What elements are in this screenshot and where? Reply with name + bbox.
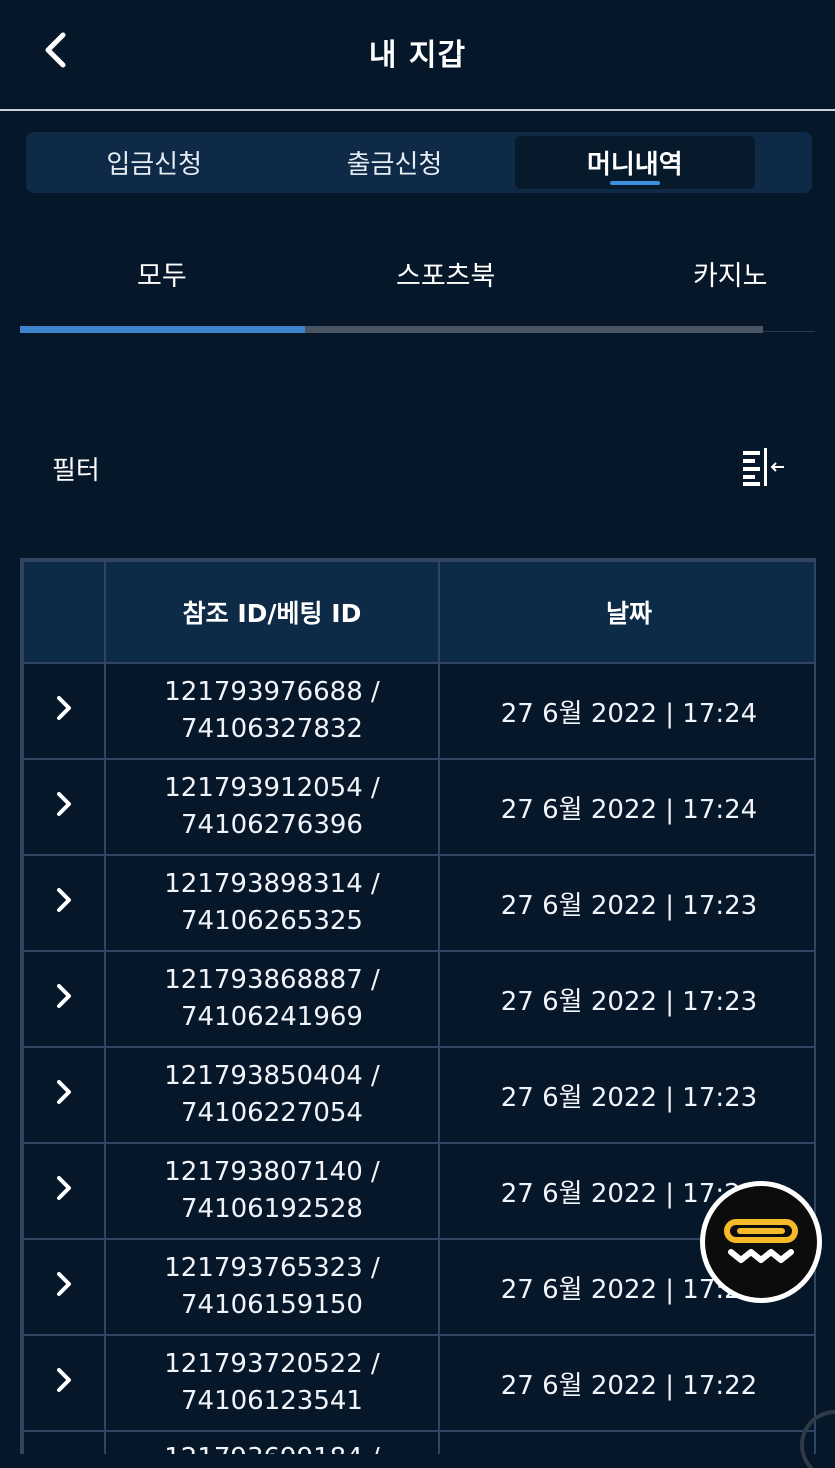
hotdog-logo-icon <box>724 1219 798 1263</box>
row-date: 27 6월 2022 | 17:22 <box>438 1334 814 1432</box>
filter-collapse-icon <box>743 448 784 486</box>
tab-money-history-label: 머니내역 <box>586 150 683 180</box>
expand-row-button[interactable] <box>22 758 106 856</box>
table-row[interactable]: 121793720522 / 74106123541 27 6월 2022 | 1… <box>22 1334 814 1432</box>
ref-bet-id: 121793912054 / 74106276396 <box>104 758 440 856</box>
ref-id: 121793868887 / <box>164 965 380 995</box>
ref-id: 121793976688 / <box>164 677 380 707</box>
expand-row-button[interactable] <box>22 1430 106 1454</box>
header-date: 날짜 <box>438 560 814 664</box>
chevron-right-icon <box>57 983 71 1008</box>
ref-bet-id: 121793850404 / 74106227054 <box>104 1046 440 1144</box>
table-row[interactable]: 121793976688 / 74106327832 27 6월 2022 | 1… <box>22 662 814 760</box>
ref-bet-id: 121793720522 / 74106123541 <box>104 1334 440 1432</box>
table-row[interactable]: 121793765323 /74106159150 27 6월 2022 | 1… <box>22 1238 814 1336</box>
expand-row-button[interactable] <box>22 950 106 1048</box>
header-ref-id: 참조 ID/베팅 ID <box>104 560 440 664</box>
expand-row-button[interactable] <box>22 1046 106 1144</box>
ref-bet-id: 121793976688 / 74106327832 <box>104 662 440 760</box>
expand-row-button[interactable] <box>22 1142 106 1240</box>
category-tab-all[interactable]: 모두 <box>137 254 187 293</box>
chevron-right-icon <box>57 1079 71 1104</box>
ref-id: 121793850404 / <box>164 1061 380 1091</box>
ref-bet-id: 121793898314 / 74106265325 <box>104 854 440 952</box>
row-date: 27 6월 2022 | 17:23 <box>438 854 814 952</box>
tab-deposit[interactable]: 입금신청 <box>34 136 274 189</box>
ref-id: 121793720522 / <box>164 1349 380 1379</box>
row-date <box>438 1430 814 1454</box>
app-header: 내 지갑 <box>0 0 835 111</box>
row-date: 27 6월 2022 | 17:23 <box>438 950 814 1048</box>
tab-withdraw[interactable]: 출금신청 <box>274 136 514 189</box>
page: 내 지갑 입금신청 출금신청 머니내역 모두 스포츠북 카지노 필터 참조 ID… <box>0 0 835 1468</box>
row-date: 27 6월 2022 | 17:24 <box>438 758 814 856</box>
category-tab-sportsbook[interactable]: 스포츠북 <box>396 254 495 293</box>
bet-id: 74106276396 <box>181 810 363 840</box>
bet-id: 74106192528 <box>181 1194 363 1224</box>
bet-id: 74106227054 <box>181 1098 363 1128</box>
fab-inner <box>705 1186 817 1298</box>
chevron-right-icon <box>57 695 71 720</box>
ref-bet-id: 121793765323 / 74106159150 <box>104 1238 440 1336</box>
table-row[interactable]: 121793699184 / <box>22 1430 814 1454</box>
bet-id: 74106241969 <box>181 1002 363 1032</box>
bet-id: 74106327832 <box>181 714 363 744</box>
ref-id: 121793699184 / <box>106 1440 438 1454</box>
table-row[interactable]: 121793807140 /74106192528 27 6월 2022 | 1… <box>22 1142 814 1240</box>
row-date: 27 6월 2022 | 17:24 <box>438 662 814 760</box>
money-history-table: 참조 ID/베팅 ID 날짜 121793976688 / 74106327832… <box>20 558 816 1454</box>
category-tab-casino[interactable]: 카지노 <box>693 254 768 293</box>
divider <box>763 331 815 332</box>
wallet-tabs: 입금신청 출금신청 머니내역 <box>26 132 812 193</box>
table-header-row: 참조 ID/베팅 ID 날짜 <box>22 560 814 664</box>
filter-button[interactable] <box>740 446 786 488</box>
chevron-right-icon <box>57 1271 71 1296</box>
ref-bet-id: 121793868887 / 74106241969 <box>104 950 440 1048</box>
chevron-right-icon <box>57 887 71 912</box>
ref-bet-id: 121793807140 / 74106192528 <box>104 1142 440 1240</box>
ref-id: 121793898314 / <box>164 869 380 899</box>
tab-withdraw-label: 출금신청 <box>346 150 443 180</box>
header-expand <box>22 560 106 664</box>
table-row[interactable]: 121793912054 / 74106276396 27 6월 2022 | 1… <box>22 758 814 856</box>
filter-label: 필터 <box>52 456 100 486</box>
tab-deposit-label: 입금신청 <box>106 150 202 180</box>
bet-id: 74106123541 <box>181 1386 363 1416</box>
category-tabs: 모두 스포츠북 카지노 <box>20 240 815 335</box>
table-row[interactable]: 121793898314 / 74106265325 27 6월 2022 | 1… <box>22 854 814 952</box>
chevron-right-icon <box>57 1367 71 1392</box>
table-row[interactable]: 121793850404 / 74106227054 27 6월 2022 | 1… <box>22 1046 814 1144</box>
chevron-right-icon <box>57 791 71 816</box>
ref-id: 121793765323 / <box>164 1253 380 1283</box>
row-date: 27 6월 2022 | 17:23 <box>438 1046 814 1144</box>
chat-fab-button[interactable] <box>700 1181 822 1303</box>
expand-row-button[interactable] <box>22 1238 106 1336</box>
ref-bet-id: 121793699184 / <box>104 1430 440 1454</box>
expand-row-button[interactable] <box>22 854 106 952</box>
table-row[interactable]: 121793868887 / 74106241969 27 6월 2022 | 1… <box>22 950 814 1048</box>
active-tab-indicator <box>609 181 660 185</box>
ref-id: 121793807140 / <box>164 1157 380 1187</box>
expand-row-button[interactable] <box>22 662 106 760</box>
page-title: 내 지갑 <box>368 38 467 73</box>
bet-id: 74106265325 <box>181 906 363 936</box>
chevron-right-icon <box>57 1175 71 1200</box>
category-scroll-track[interactable] <box>20 326 763 333</box>
tab-money-history[interactable]: 머니내역 <box>514 136 755 189</box>
ref-id: 121793912054 / <box>164 773 380 803</box>
expand-row-button[interactable] <box>22 1334 106 1432</box>
bet-id: 74106159150 <box>181 1290 363 1320</box>
category-active-indicator <box>20 326 305 333</box>
